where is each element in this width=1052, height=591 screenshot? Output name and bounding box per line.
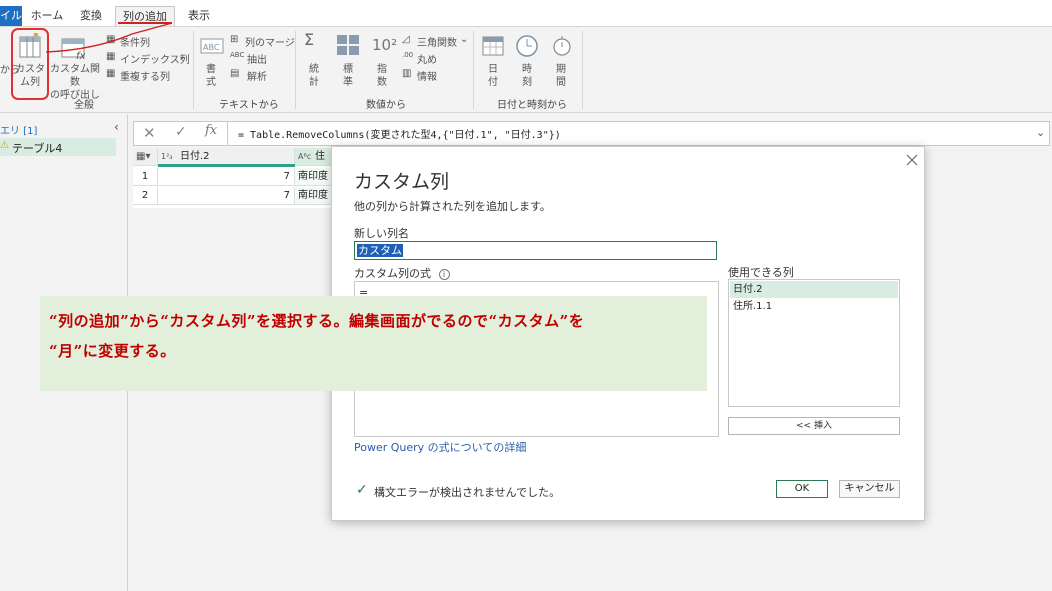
scientific-button[interactable]: 指 数 — [371, 63, 393, 89]
formula-bar-buttons: ✕ ✓ fx — [133, 121, 228, 146]
parse-icon: ▤ — [230, 68, 240, 79]
warning-icon: ⚠ — [0, 140, 9, 151]
available-column-item[interactable]: 日付.2 — [730, 281, 898, 298]
text-type-icon: Aᴮc — [298, 152, 312, 161]
duration-button[interactable]: 期 間 — [550, 63, 572, 89]
ok-button[interactable]: OK — [776, 480, 828, 498]
statistics-button[interactable]: 統 計 — [303, 63, 325, 89]
learn-more-link[interactable]: Power Query の式についての詳細 — [354, 439, 526, 455]
chevron-down-icon[interactable]: ⌄ — [178, 51, 186, 62]
new-column-name-label: 新しい列名 — [354, 227, 409, 240]
ribbon-divider — [582, 31, 583, 109]
format-button[interactable]: 書 式 — [200, 63, 222, 89]
table-cell[interactable]: 南印度 — [295, 168, 333, 186]
tab-view[interactable]: 表示 — [180, 6, 218, 26]
ribbon-divider — [193, 31, 194, 109]
ribbon-divider — [473, 31, 474, 109]
parse-button[interactable]: 解析 — [247, 68, 267, 83]
duplicate-column-button[interactable]: 重複する列 — [120, 68, 170, 83]
stopwatch-icon — [553, 36, 571, 56]
ribbon-divider — [295, 31, 296, 109]
check-icon: ✓ — [356, 482, 368, 498]
standard-button[interactable]: 標 準 — [337, 63, 359, 89]
chevron-down-icon[interactable]: ⌄ — [460, 34, 468, 45]
extract-icon: ABC — [230, 51, 245, 59]
format-icon: ABC — [200, 38, 224, 54]
group-label-general: 全般 — [74, 100, 94, 111]
custom-column-formula-label: カスタム列の式 i — [354, 265, 450, 281]
scientific-icon: 10² — [372, 36, 398, 54]
date-button[interactable]: 日 付 — [482, 63, 504, 89]
group-label-datetime: 日付と時刻から — [497, 100, 567, 111]
available-column-item[interactable]: 住所.1.1 — [730, 298, 898, 315]
column-header-date2[interactable]: 1²₃ 日付.2 ▾ — [158, 148, 309, 167]
rounding-icon: .00 — [402, 51, 414, 59]
available-columns-label: 使用できる列 — [728, 266, 794, 279]
fx-icon: fx — [205, 123, 218, 138]
statistics-icon: Σ — [304, 30, 315, 49]
query-item[interactable]: ⚠ テーブル4 — [0, 138, 116, 156]
syntax-status: 構文エラーが検出されませんでした。 — [374, 486, 561, 499]
queries-header: エリ [1] — [0, 126, 38, 137]
collapse-panel-icon[interactable]: ‹ — [114, 120, 119, 134]
information-button[interactable]: 情報 — [417, 68, 437, 83]
new-column-name-input[interactable]: カスタム — [354, 241, 717, 260]
table-cell[interactable]: 7 — [158, 187, 295, 205]
table-cell[interactable]: 南印度 — [295, 187, 333, 205]
data-grid: ▦▾ 1²₃ 日付.2 ▾ Aᴮc 住所 1 7 南印度 2 7 南印度 — [133, 148, 333, 208]
merge-columns-icon: ⊞ — [230, 34, 239, 45]
svg-text:ABC: ABC — [203, 43, 220, 52]
info-icon[interactable]: i — [438, 269, 450, 280]
column-header-address[interactable]: Aᴮc 住所 — [295, 148, 333, 180]
trigonometry-icon: ◿ — [402, 34, 410, 45]
formula-input[interactable]: = Table.RemoveColumns(変更された型4,{"日付.1", "… — [238, 126, 561, 141]
information-icon: ▥ — [402, 68, 412, 79]
group-label-text: テキストから — [219, 100, 279, 111]
confirm-formula-icon[interactable]: ✓ — [175, 124, 187, 140]
duplicate-column-icon: ▦ — [106, 68, 116, 79]
trigonometry-button[interactable]: 三角関数 — [417, 34, 457, 49]
tab-file[interactable]: イル — [0, 6, 22, 26]
available-columns-list: 日付.2 住所.1.1 — [728, 279, 900, 407]
cancel-button[interactable]: キャンセル — [839, 480, 900, 498]
row-index[interactable]: 1 — [133, 168, 158, 186]
table-menu-icon[interactable]: ▦▾ — [133, 148, 158, 166]
close-icon[interactable] — [904, 152, 920, 168]
clock-icon — [516, 35, 538, 57]
insert-button[interactable]: << 挿入 — [728, 417, 900, 435]
new-column-name-value: カスタム — [357, 244, 403, 257]
dialog-description: 他の列から計算された列を追加します。 — [354, 200, 551, 213]
standard-icon — [337, 35, 359, 55]
table-cell[interactable]: 7 — [158, 168, 295, 186]
rounding-button[interactable]: 丸め — [417, 51, 437, 66]
cancel-formula-icon[interactable]: ✕ — [143, 124, 156, 142]
dialog-title: カスタム列 — [354, 171, 450, 193]
extract-button[interactable]: 抽出 — [247, 51, 267, 66]
expand-formula-icon[interactable]: ⌄ — [1036, 126, 1045, 139]
instruction-text: “列の追加”から“カスタム列”を選択する。編集画面がでるので“カスタム”を “月… — [49, 312, 585, 360]
power-query-window: イル ホーム 変換 列の追加 表示 から ✱ カスタ ム列 fx カスタム関数 … — [0, 0, 1052, 591]
query-name: テーブル4 — [12, 142, 63, 155]
time-button[interactable]: 時 刻 — [516, 63, 538, 89]
merge-columns-button[interactable]: 列のマージ — [245, 34, 295, 49]
callout-arrow — [45, 22, 173, 53]
instruction-annotation: “列の追加”から“カスタム列”を選択する。編集画面がでるので“カスタム”を “月… — [40, 296, 707, 391]
group-label-number: 数値から — [366, 100, 406, 111]
row-index[interactable]: 2 — [133, 187, 158, 205]
calendar-icon — [482, 36, 504, 56]
